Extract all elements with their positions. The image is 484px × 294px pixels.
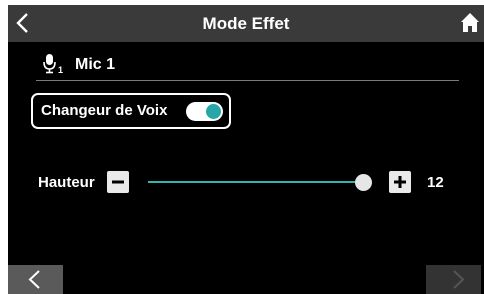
minus-icon xyxy=(112,180,124,184)
screen: Mode Effet 1 Mic 1 Changeur de Voix Haut… xyxy=(0,0,484,294)
pitch-label: Hauteur xyxy=(38,174,95,191)
voice-changer-toggle[interactable] xyxy=(186,102,223,121)
plus-icon xyxy=(394,176,406,188)
mic-row: 1 Mic 1 xyxy=(42,53,462,77)
chevron-left-icon xyxy=(28,270,40,289)
chevron-right-icon xyxy=(453,270,465,289)
previous-page-button[interactable] xyxy=(8,265,63,294)
pitch-increase-button[interactable] xyxy=(389,171,411,193)
home-icon xyxy=(461,13,479,32)
pitch-slider-track[interactable] xyxy=(148,181,362,183)
divider xyxy=(36,80,459,81)
title-bar: Mode Effet xyxy=(8,5,484,42)
voice-changer-row: Changeur de Voix xyxy=(31,93,231,129)
home-button[interactable] xyxy=(459,12,481,34)
device-screen: Mode Effet 1 Mic 1 Changeur de Voix Haut… xyxy=(8,5,484,294)
toggle-knob xyxy=(206,104,221,119)
page-title: Mode Effet xyxy=(202,14,290,33)
pitch-slider-handle[interactable] xyxy=(355,174,372,191)
mic-subscript: 1 xyxy=(58,65,63,75)
next-page-button[interactable] xyxy=(426,265,481,294)
microphone-icon: 1 xyxy=(42,53,68,75)
pitch-decrease-button[interactable] xyxy=(107,171,129,193)
pitch-value: 12 xyxy=(427,174,444,191)
voice-changer-label: Changeur de Voix xyxy=(41,102,168,119)
mic-label: Mic 1 xyxy=(75,56,116,73)
